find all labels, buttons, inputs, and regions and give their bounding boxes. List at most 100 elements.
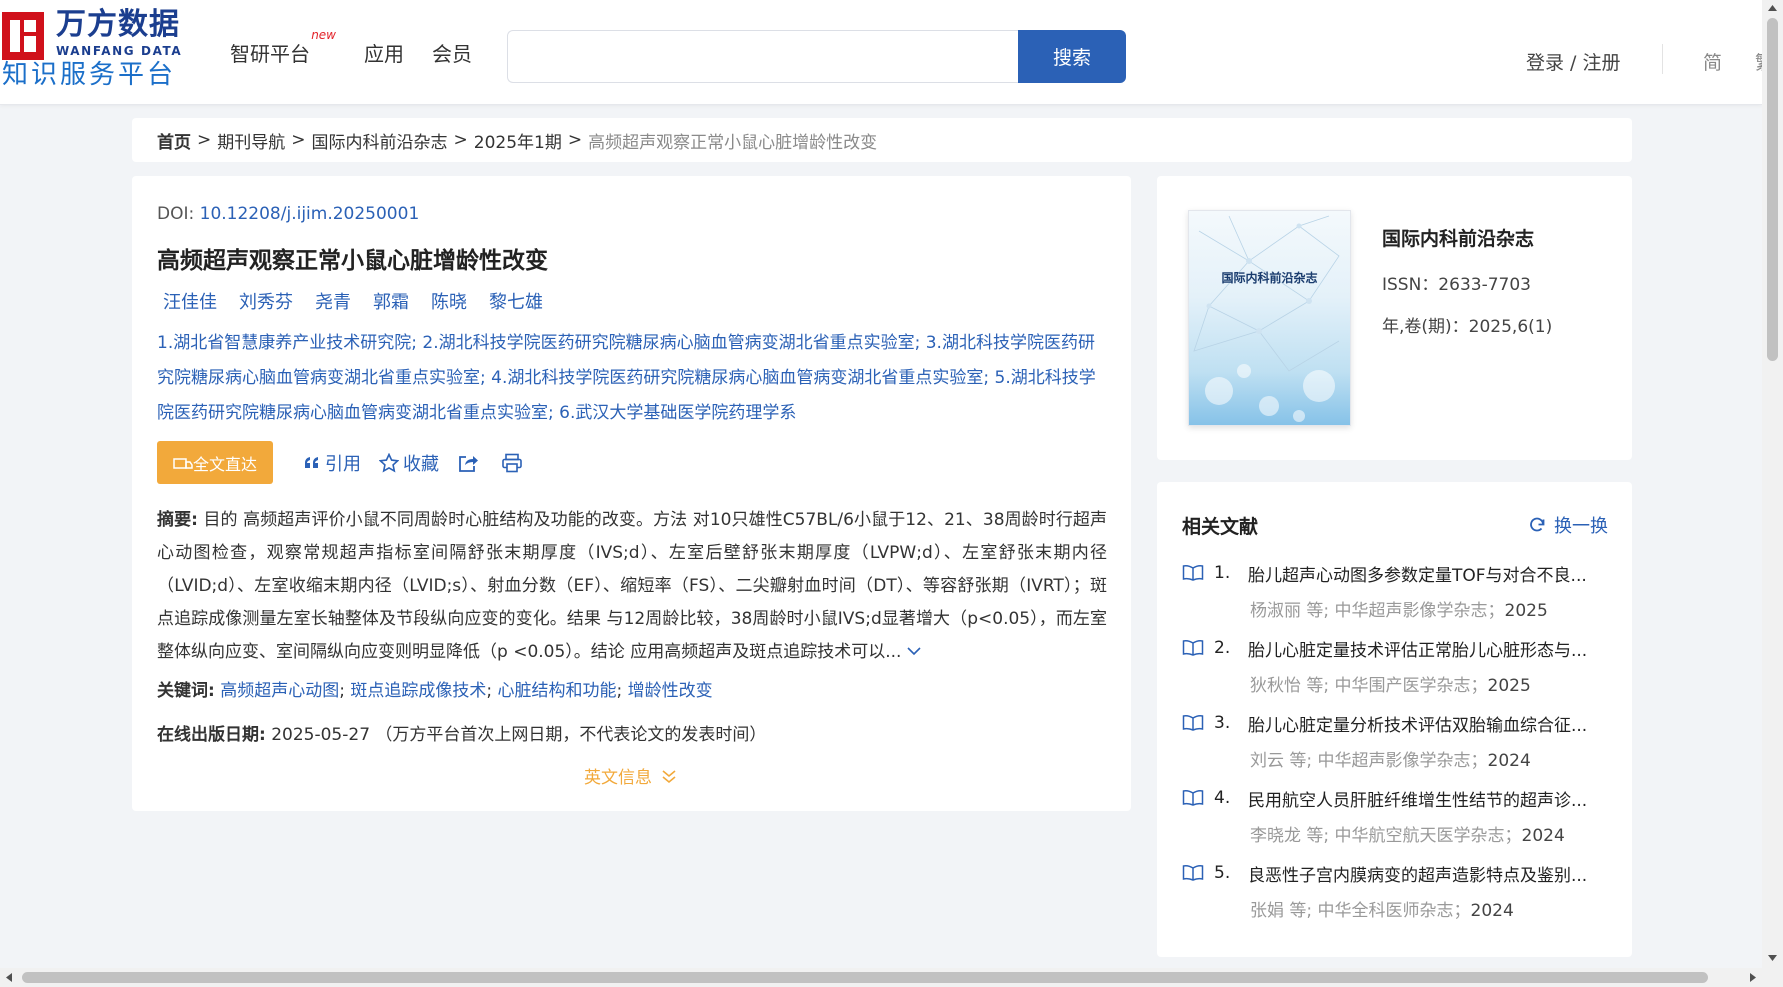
author-link[interactable]: 尧青 [315,288,351,314]
related-item[interactable]: 1. 胎儿超声心动图多参数定量TOF与对合不良... 杨淑丽 等; 中华超声影像… [1182,560,1622,621]
doi-link[interactable]: 10.12208/j.ijim.20250001 [200,204,420,224]
author-link[interactable]: 郭霜 [373,288,409,314]
vertical-scroll-thumb[interactable] [1767,18,1778,361]
book-icon [1182,790,1204,806]
nav-item-apps[interactable]: 应用 [364,38,404,67]
related-journal: 中华超声影像学杂志； [1317,751,1488,771]
affiliation-link[interactable]: 6.武汉大学基础医学院药理学系 [559,403,796,423]
abstract-label: 摘要: [157,510,198,530]
horizontal-scrollbar[interactable] [0,968,1783,987]
abstract-text: 目的 高频超声评价小鼠不同周龄时心脏结构及功能的改变。方法 对10只雄性C57B… [157,510,1108,662]
nav-item-member[interactable]: 会员 [432,38,472,67]
refresh-related-button[interactable]: 换一换 [1528,512,1608,538]
refresh-icon [1530,517,1545,532]
nav-item-zhiyan[interactable]: 智研平台 new [230,28,336,67]
lang-simplified-button[interactable]: 简 [1703,48,1722,75]
breadcrumb-item[interactable]: 2025年1期 [474,128,562,153]
wanfang-logo[interactable]: 万方数据 WANFANG DATA 知识服务平台 [0,8,200,90]
affiliation-link[interactable]: 1.湖北省智慧康养产业技术研究院 [157,333,411,353]
related-number: 4. [1214,788,1231,808]
keyword-link[interactable]: 心脏结构和功能 [498,681,617,701]
related-journal: 中华航空航天医学杂志； [1334,826,1522,846]
logo-en-text: WANFANG DATA [56,44,183,58]
affiliation-link[interactable]: 2.湖北科技学院医药研究院糖尿病心脑血管病变湖北省重点实验室 [422,333,914,353]
affiliation-list: 1.湖北省智慧康养产业技术研究院; 2.湖北科技学院医药研究院糖尿病心脑血管病变… [157,333,1096,423]
author-link[interactable]: 黎七雄 [489,288,543,314]
star-icon [379,452,399,472]
print-icon[interactable] [501,453,527,473]
journal-name[interactable]: 国际内科前沿杂志 [1382,224,1534,251]
quote-icon [305,456,318,468]
search-button[interactable]: 搜索 [1018,30,1126,83]
share-icon[interactable] [457,453,483,473]
related-number: 3. [1214,713,1231,733]
related-item[interactable]: 3. 胎儿心脏定量分析技术评估双胎输血综合征... 刘云 等; 中华超声影像学杂… [1182,710,1622,771]
breadcrumb-home[interactable]: 首页 [157,128,191,153]
journal-cover[interactable]: 国际内科前沿杂志 [1188,210,1351,426]
related-item[interactable]: 2. 胎儿心脏定量技术评估正常胎儿心脏形态与... 狄秋怡 等; 中华围产医学杂… [1182,635,1622,696]
pubdate-note: （万方平台首次上网日期，不代表论文的发表时间） [375,725,767,745]
breadcrumb-current: 高频超声观察正常小鼠心脏增龄性改变 [588,132,878,153]
author-link[interactable]: 汪佳佳 [163,288,217,314]
vertical-scrollbar[interactable] [1762,0,1783,968]
doi-label: DOI: [157,204,200,224]
related-year: 2024 [1521,826,1565,846]
breadcrumb-item[interactable]: 期刊导航 [217,128,285,153]
english-info-toggle[interactable]: 英文信息 [584,763,678,788]
cover-network-pattern [1193,215,1340,422]
article-actions: 全文直达 引用 收藏 [157,441,527,484]
scroll-left-arrow-icon[interactable] [0,968,18,987]
nav-item-label: 智研平台 [230,42,310,66]
nav-item-label: 应用 [364,42,404,66]
journal-issue: 年,卷(期)：2025,6(1) [1382,317,1553,337]
expand-abstract-icon[interactable] [907,642,921,662]
new-badge: new [311,28,336,42]
author-link[interactable]: 刘秀芬 [239,288,293,314]
related-authors: 张娟 等; [1250,901,1313,921]
related-number: 2. [1214,638,1231,658]
double-chevron-down-icon [662,769,676,783]
main-nav: 智研平台 new 应用 会员 [230,28,500,67]
related-year: 2025 [1504,601,1548,621]
lang-traditional-button[interactable]: 繁 [1755,48,1762,75]
fulltext-label: 全文直达 [192,454,257,474]
favorite-button[interactable]: 收藏 [379,450,439,476]
article-title: 高频超声观察正常小鼠心脏增龄性改变 [157,248,548,274]
horizontal-scroll-thumb[interactable] [22,972,1708,983]
keywords: 关键词: 高频超声心动图; 斑点追踪成像技术; 心脏结构和功能; 增龄性改变 [157,681,713,701]
related-authors: 杨淑丽 等; [1250,601,1330,621]
related-item[interactable]: 5. 良恶性子宫内膜病变的超声造影特点及鉴别... 张娟 等; 中华全科医师杂志… [1182,860,1622,921]
author-list: 汪佳佳 刘秀芬 尧青 郭霜 陈晓 黎七雄 [163,288,565,314]
related-item[interactable]: 4. 民用航空人员肝脏纤维增生性结节的超声诊... 李晓龙 等; 中华航空航天医… [1182,785,1622,846]
scroll-right-arrow-icon[interactable] [1744,968,1762,987]
logo-cn-text: 万方数据 [56,7,180,42]
related-title: 相关文献 [1182,516,1259,538]
pubdate-value: 2025-05-27 [271,725,371,745]
search-input[interactable] [507,30,1018,83]
breadcrumb-separator: > [197,130,212,150]
keyword-link[interactable]: 增龄性改变 [628,681,713,701]
fulltext-button[interactable]: 全文直达 [157,441,273,484]
breadcrumb-item[interactable]: 国际内科前沿杂志 [312,128,448,153]
related-year: 2025 [1487,676,1531,696]
related-authors: 李晓龙 等; [1250,826,1330,846]
book-icon [1182,715,1204,731]
login-register-link[interactable]: 登录 / 注册 [1526,48,1620,75]
scroll-up-arrow-icon[interactable] [1762,0,1783,16]
abstract: 摘要: 目的 高频超声评价小鼠不同周龄时心脏结构及功能的改变。方法 对10只雄性… [157,504,1107,669]
doi-line: DOI: 10.12208/j.ijim.20250001 [157,204,419,224]
related-item-title: 胎儿心脏定量分析技术评估双胎输血综合征... [1248,715,1588,736]
affiliation-link[interactable]: 4.湖北科技学院医药研究院糖尿病心脑血管病变湖北省重点实验室 [491,368,983,388]
keyword-link[interactable]: 高频超声心动图 [220,681,339,701]
book-icon [1182,865,1204,881]
refresh-label: 换一换 [1554,516,1608,537]
author-link[interactable]: 陈晓 [431,288,467,314]
breadcrumb-separator: > [453,130,468,150]
keywords-label: 关键词: [157,681,215,701]
keyword-link[interactable]: 斑点追踪成像技术 [350,681,486,701]
journal-card: 国际内科前沿杂志 国际内科前沿杂志 ISSN：2633-7703 年,卷(期)：… [1157,176,1632,460]
cite-button[interactable]: 引用 [303,450,361,476]
scroll-down-arrow-icon[interactable] [1762,950,1783,966]
wanfang-logo-mark-icon [2,12,44,60]
related-item-title: 良恶性子宫内膜病变的超声造影特点及鉴别... [1248,865,1588,886]
